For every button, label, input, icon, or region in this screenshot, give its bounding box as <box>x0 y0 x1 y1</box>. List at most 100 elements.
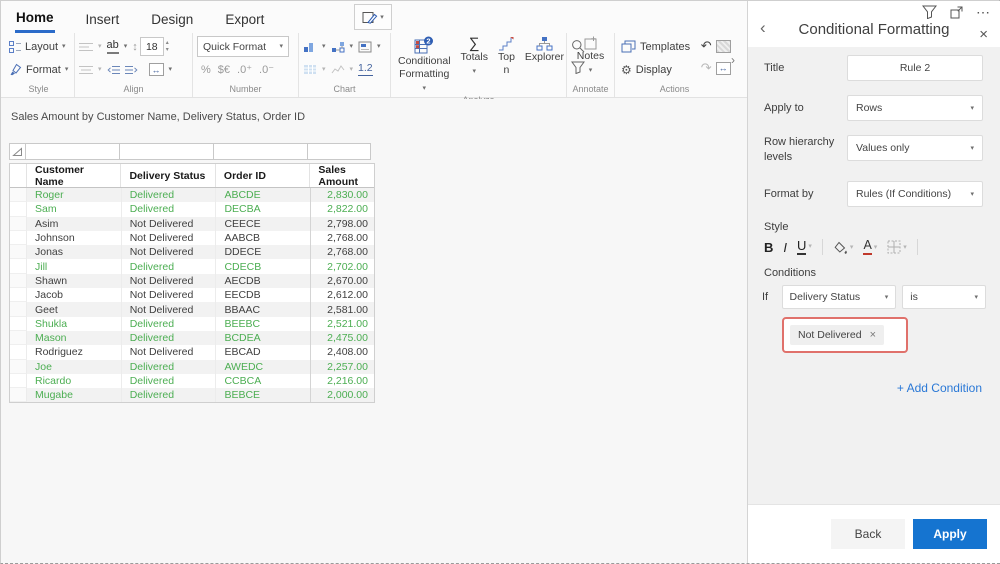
cell-order[interactable]: CDECB <box>216 259 312 274</box>
table-row[interactable]: Shukla Delivered BEEBC 2,521.00 <box>10 316 374 331</box>
align-lines-icon[interactable] <box>79 65 93 75</box>
top-n-button[interactable]: Top n <box>495 35 518 95</box>
cell-order[interactable]: BEBCE <box>216 388 312 403</box>
cell-amount[interactable]: 2,408.00 <box>310 345 374 360</box>
formula-cell[interactable] <box>307 143 371 160</box>
row-number-cell[interactable] <box>10 330 27 346</box>
formula-cell[interactable] <box>119 143 214 160</box>
table-row[interactable]: Jacob Not Delivered EECDB 2,612.00 <box>10 288 374 303</box>
table-row[interactable]: Geet Not Delivered BBAAC 2,581.00 <box>10 302 374 317</box>
cell-amount[interactable]: 2,521.00 <box>310 316 374 331</box>
cell-amount[interactable]: 2,822.00 <box>310 202 374 217</box>
cell-status[interactable]: Delivered <box>121 259 217 274</box>
row-number-cell[interactable] <box>10 245 27 260</box>
conditional-formatting-button[interactable]: 2 Conditional Formatting ▾ <box>395 35 454 95</box>
cell-customer[interactable]: Shawn <box>27 273 122 289</box>
cell-order[interactable]: AABCB <box>216 230 312 246</box>
header-sales-amount[interactable]: Sales Amount <box>310 164 374 188</box>
totals-button[interactable]: ∑ Totals ▾ <box>458 35 491 95</box>
decrease-decimal-button[interactable]: .0⁻ <box>259 63 274 76</box>
panel-layout-icon[interactable] <box>715 39 731 53</box>
add-condition-link[interactable]: + Add Condition <box>897 381 982 395</box>
formula-cell[interactable] <box>25 143 120 160</box>
cell-amount[interactable]: 2,768.00 <box>310 245 374 260</box>
row-number-cell[interactable] <box>10 188 27 203</box>
expand-icon[interactable] <box>950 6 963 19</box>
table-row[interactable]: Johnson Not Delivered AABCB 2,768.00 <box>10 230 374 246</box>
hierarchy-chart-icon[interactable] <box>331 41 345 53</box>
cell-order[interactable]: DECBA <box>216 202 312 217</box>
cell-customer[interactable]: Mason <box>27 330 122 346</box>
row-number-cell[interactable] <box>10 288 27 303</box>
table-row[interactable]: Sam Delivered DECBA 2,822.00 <box>10 202 374 217</box>
cell-amount[interactable]: 2,768.00 <box>310 230 374 246</box>
fit-width-button[interactable]: ↔ <box>148 63 164 76</box>
tab-home[interactable]: Home <box>15 7 55 33</box>
table-row[interactable]: Shawn Not Delivered AECDB 2,670.00 <box>10 273 374 289</box>
cell-status[interactable]: Not Delivered <box>121 216 217 231</box>
cell-order[interactable]: CCBCA <box>216 373 312 389</box>
cell-amount[interactable]: 2,670.00 <box>310 273 374 289</box>
cell-status[interactable]: Delivered <box>121 373 217 389</box>
table-row[interactable]: Jill Delivered CDECB 2,702.00 <box>10 259 374 274</box>
condition-value-box[interactable]: Not Delivered × <box>782 317 908 353</box>
cell-amount[interactable]: 2,612.00 <box>310 288 374 303</box>
cell-status[interactable]: Delivered <box>121 330 217 346</box>
row-number-cell[interactable] <box>10 202 27 217</box>
table-row[interactable]: Rodriguez Not Delivered EBCAD 2,408.00 <box>10 345 374 360</box>
row-number-cell[interactable] <box>10 345 27 360</box>
explorer-button[interactable]: Explorer <box>522 35 567 95</box>
row-hierarchy-dropdown[interactable]: Values only ▾ <box>847 135 983 161</box>
cell-status[interactable]: Delivered <box>121 388 217 403</box>
layout-button[interactable]: Layout ▾ <box>7 40 68 54</box>
cell-customer[interactable]: Jonas <box>27 245 122 260</box>
cell-order[interactable]: BBAAC <box>216 302 312 317</box>
format-by-dropdown[interactable]: Rules (If Conditions) ▾ <box>847 181 983 207</box>
cell-customer[interactable]: Roger <box>27 188 122 203</box>
cell-order[interactable]: AWEDC <box>216 359 312 374</box>
table-row[interactable]: Ricardo Delivered CCBCA 2,216.00 <box>10 373 374 389</box>
cell-amount[interactable]: 2,257.00 <box>310 359 374 374</box>
row-number-cell[interactable] <box>10 302 27 317</box>
font-color-button[interactable]: A ▾ <box>863 239 877 255</box>
font-size-stepper[interactable]: ▴ ▾ <box>166 40 169 53</box>
row-number-cell[interactable] <box>10 216 27 231</box>
font-size-control[interactable]: ↕ 18 ▴ ▾ <box>132 37 169 56</box>
cell-customer[interactable]: Geet <box>27 302 122 317</box>
cell-status[interactable]: Delivered <box>121 202 217 217</box>
row-number-cell[interactable] <box>10 373 27 389</box>
table-row[interactable]: Jonas Not Delivered DDECE 2,768.00 <box>10 245 374 260</box>
cell-customer[interactable]: Jacob <box>27 288 122 303</box>
cell-amount[interactable]: 2,830.00 <box>310 188 374 203</box>
increase-decimal-button[interactable]: .0⁺ <box>237 63 252 76</box>
percent-format-button[interactable]: % <box>201 64 211 76</box>
cell-status[interactable]: Delivered <box>121 316 217 331</box>
cell-amount[interactable]: 2,798.00 <box>310 216 374 231</box>
remove-chip-icon[interactable]: × <box>870 329 876 341</box>
select-all-corner[interactable] <box>9 143 26 160</box>
cell-status[interactable]: Delivered <box>121 188 217 203</box>
rule-title-input[interactable]: Rule 2 <box>847 55 983 81</box>
row-number-cell[interactable] <box>10 359 27 374</box>
ribbon-collapse-handle[interactable]: › <box>731 53 735 67</box>
table-style-icon[interactable] <box>303 64 317 75</box>
cell-amount[interactable]: 2,702.00 <box>310 259 374 274</box>
indent-increase-icon[interactable] <box>124 65 138 75</box>
bold-button[interactable]: B <box>764 240 773 255</box>
text-format-button[interactable]: ab <box>106 39 119 54</box>
border-style-button[interactable]: ▾ <box>887 240 907 254</box>
cell-status[interactable]: Not Delivered <box>121 288 217 303</box>
undo-icon[interactable]: ↶ <box>701 38 712 54</box>
cell-customer[interactable]: Mugabe <box>27 388 122 403</box>
row-number-cell[interactable] <box>10 273 27 289</box>
cell-status[interactable]: Not Delivered <box>121 302 217 317</box>
condition-field-dropdown[interactable]: Delivery Status ▾ <box>781 285 897 309</box>
table-row[interactable]: Mugabe Delivered BEBCE 2,000.00 <box>10 388 374 403</box>
align-lines-icon[interactable] <box>79 42 93 52</box>
cell-customer[interactable]: Johnson <box>27 230 122 246</box>
formula-cell[interactable] <box>213 143 308 160</box>
header-customer-name[interactable]: Customer Name <box>27 164 122 188</box>
row-number-cell[interactable] <box>10 259 27 274</box>
templates-button[interactable]: Templates <box>619 39 692 54</box>
close-icon[interactable]: × <box>979 27 988 42</box>
